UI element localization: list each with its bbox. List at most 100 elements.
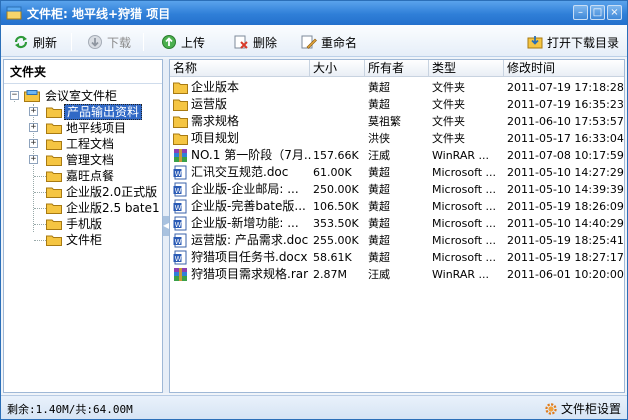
file-modified: 2011-05-17 16:33:04 <box>507 132 624 145</box>
file-row[interactable]: W 狩猎项目任务书.docx 58.61K 黄超 Microsoft ... 2011-0… <box>170 249 624 266</box>
file-owner: 黄超 <box>368 183 390 196</box>
expand-icon[interactable]: + <box>29 123 38 132</box>
tree-item[interactable]: 企业版2.0正式版 <box>4 184 162 200</box>
tree-item[interactable]: 企业版2.5 bate1 <box>4 200 162 216</box>
tree-root-label: 会议室文件柜 <box>45 89 118 103</box>
file-list-panel: 名称 大小 所有者 类型 修改时间 企业版本 黄超 文件夹 2011-07-19 17:18:… <box>169 59 625 393</box>
expand-icon[interactable]: + <box>29 139 38 148</box>
folder-icon <box>46 107 62 118</box>
delete-button[interactable]: 删除 <box>233 33 277 51</box>
word-icon: W <box>173 233 187 248</box>
tree-item-label: 工程文档 <box>66 137 115 151</box>
word-icon: W <box>173 199 187 214</box>
delete-label: 删除 <box>253 35 278 50</box>
expand-icon[interactable]: + <box>29 155 38 164</box>
folder-icon <box>46 187 62 198</box>
rar-icon <box>174 268 187 281</box>
file-row[interactable]: W 运营版: 产品需求.doc 255.00K 黄超 Microsoft ... 2011… <box>170 232 624 249</box>
file-row[interactable]: NO.1 第一阶段（7月... 157.66K 汪威 WinRAR ... 2011-0… <box>170 147 624 164</box>
tree-item-label: 产品输出资料 <box>64 104 143 120</box>
column-header-type[interactable]: 类型 <box>429 60 504 77</box>
file-row[interactable]: 狩猎项目需求规格.rar 2.87M 汪威 WinRAR ... 2011-06-01 … <box>170 266 624 283</box>
column-header-modified[interactable]: 修改时间 <box>504 60 624 77</box>
file-owner: 洪侠 <box>368 132 390 145</box>
window-title: 文件柜: 地平线+狩猎 项目 <box>27 7 171 21</box>
file-row[interactable]: 需求规格 莫祖繁 文件夹 2011-06-10 17:53:57 <box>170 113 624 130</box>
file-row[interactable]: W 企业版-完善bate版... 106.50K 黄超 Microsoft ... 201… <box>170 198 624 215</box>
file-modified: 2011-05-10 14:40:29 <box>507 217 624 230</box>
file-size: 2.87M <box>313 268 347 281</box>
tree-item[interactable]: 文件柜 <box>4 232 162 248</box>
folder-icon <box>46 155 62 166</box>
file-owner: 黄超 <box>368 166 390 179</box>
tree-item-label: 管理文档 <box>66 153 115 167</box>
toolbar-divider <box>71 33 72 51</box>
rename-button[interactable]: 重命名 <box>301 33 357 51</box>
tree-item[interactable]: + 工程文档 <box>4 136 162 152</box>
folder-icon <box>173 116 188 128</box>
minimize-button[interactable]: – <box>573 5 588 20</box>
svg-text:W: W <box>175 170 182 178</box>
file-owner: 黄超 <box>368 98 390 111</box>
tree-item[interactable]: 手机版 <box>4 216 162 232</box>
file-modified: 2011-05-10 14:39:39 <box>507 183 624 196</box>
tree-item[interactable]: + 管理文档 <box>4 152 162 168</box>
file-row[interactable]: W 汇讯交互规范.doc 61.00K 黄超 Microsoft ... 2011-05-… <box>170 164 624 181</box>
file-name: 企业版-企业邮局: ... <box>191 182 299 196</box>
file-row[interactable]: W 企业版-新增功能: ... 353.50K 黄超 Microsoft ... 2011… <box>170 215 624 232</box>
folder-icon <box>46 203 62 214</box>
toolbar-divider <box>143 33 144 51</box>
folder-icon <box>173 99 188 111</box>
expand-icon[interactable]: + <box>29 107 38 116</box>
file-size: 250.00K <box>313 183 359 196</box>
tree-item[interactable]: 嘉旺点餐 <box>4 168 162 184</box>
tree-root[interactable]: − 会议室文件柜 <box>4 88 162 104</box>
file-name: 汇讯交互规范.doc <box>191 165 289 179</box>
upload-icon <box>162 35 176 49</box>
file-name: 需求规格 <box>191 114 240 128</box>
folder-icon <box>173 82 188 94</box>
rename-icon <box>301 35 317 49</box>
maximize-button[interactable]: □ <box>590 5 605 20</box>
file-size <box>313 96 366 113</box>
file-row[interactable]: 企业版本 黄超 文件夹 2011-07-19 17:18:28 <box>170 79 624 96</box>
file-row[interactable]: 运营版 黄超 文件夹 2011-07-19 16:35:23 <box>170 96 624 113</box>
file-type: Microsoft ... <box>432 251 497 264</box>
cabinet-settings-button[interactable]: 文件柜设置 <box>544 400 621 417</box>
upload-button[interactable]: 上传 <box>161 33 205 51</box>
tree-item-label: 地平线项目 <box>66 121 127 135</box>
download-button[interactable]: 下载 <box>87 33 131 51</box>
title-bar[interactable]: 文件柜: 地平线+狩猎 项目 – □ × <box>1 1 627 25</box>
svg-text:W: W <box>175 187 182 195</box>
app-window: 文件柜: 地平线+狩猎 项目 – □ × 刷新 下载 上传 删除 重命名 打开下… <box>0 0 628 420</box>
file-owner: 黄超 <box>368 217 390 230</box>
open-download-dir-button[interactable]: 打开下载目录 <box>527 33 619 51</box>
svg-text:W: W <box>175 238 182 246</box>
file-row[interactable]: 项目规划 洪侠 文件夹 2011-05-17 16:33:04 <box>170 130 624 147</box>
folder-icon <box>46 235 62 246</box>
column-header-size[interactable]: 大小 <box>310 60 365 77</box>
refresh-icon <box>14 35 28 49</box>
file-owner: 黄超 <box>368 200 390 213</box>
file-type: Microsoft ... <box>432 200 497 213</box>
tree-item[interactable]: + 产品输出资料 <box>4 104 162 120</box>
folder-icon <box>46 139 62 150</box>
column-header-owner[interactable]: 所有者 <box>365 60 429 77</box>
file-modified: 2011-06-10 17:53:57 <box>507 115 624 128</box>
file-size: 353.50K <box>313 217 359 230</box>
file-modified: 2011-05-19 18:25:41 <box>507 234 624 247</box>
open-download-dir-label: 打开下载目录 <box>547 35 620 50</box>
folder-tree-panel: 文件夹 − 会议室文件柜 + 产品输出资料 + 地平线项目 + 工程文档 + 管理文档 嘉旺点餐… <box>3 59 163 393</box>
collapse-icon[interactable]: − <box>10 91 19 100</box>
refresh-button[interactable]: 刷新 <box>13 33 57 51</box>
tree-item[interactable]: + 地平线项目 <box>4 120 162 136</box>
file-owner: 黄超 <box>368 251 390 264</box>
file-modified: 2011-05-10 14:27:29 <box>507 166 624 179</box>
file-row[interactable]: W 企业版-企业邮局: ... 250.00K 黄超 Microsoft ... 2011… <box>170 181 624 198</box>
column-header-name[interactable]: 名称 <box>170 60 310 77</box>
file-type: 文件夹 <box>432 115 465 128</box>
quota-status: 剩余:1.40M/共:64.00M <box>7 403 133 416</box>
close-button[interactable]: × <box>607 5 622 20</box>
file-size: 61.00K <box>313 166 352 179</box>
folder-icon <box>46 171 62 182</box>
